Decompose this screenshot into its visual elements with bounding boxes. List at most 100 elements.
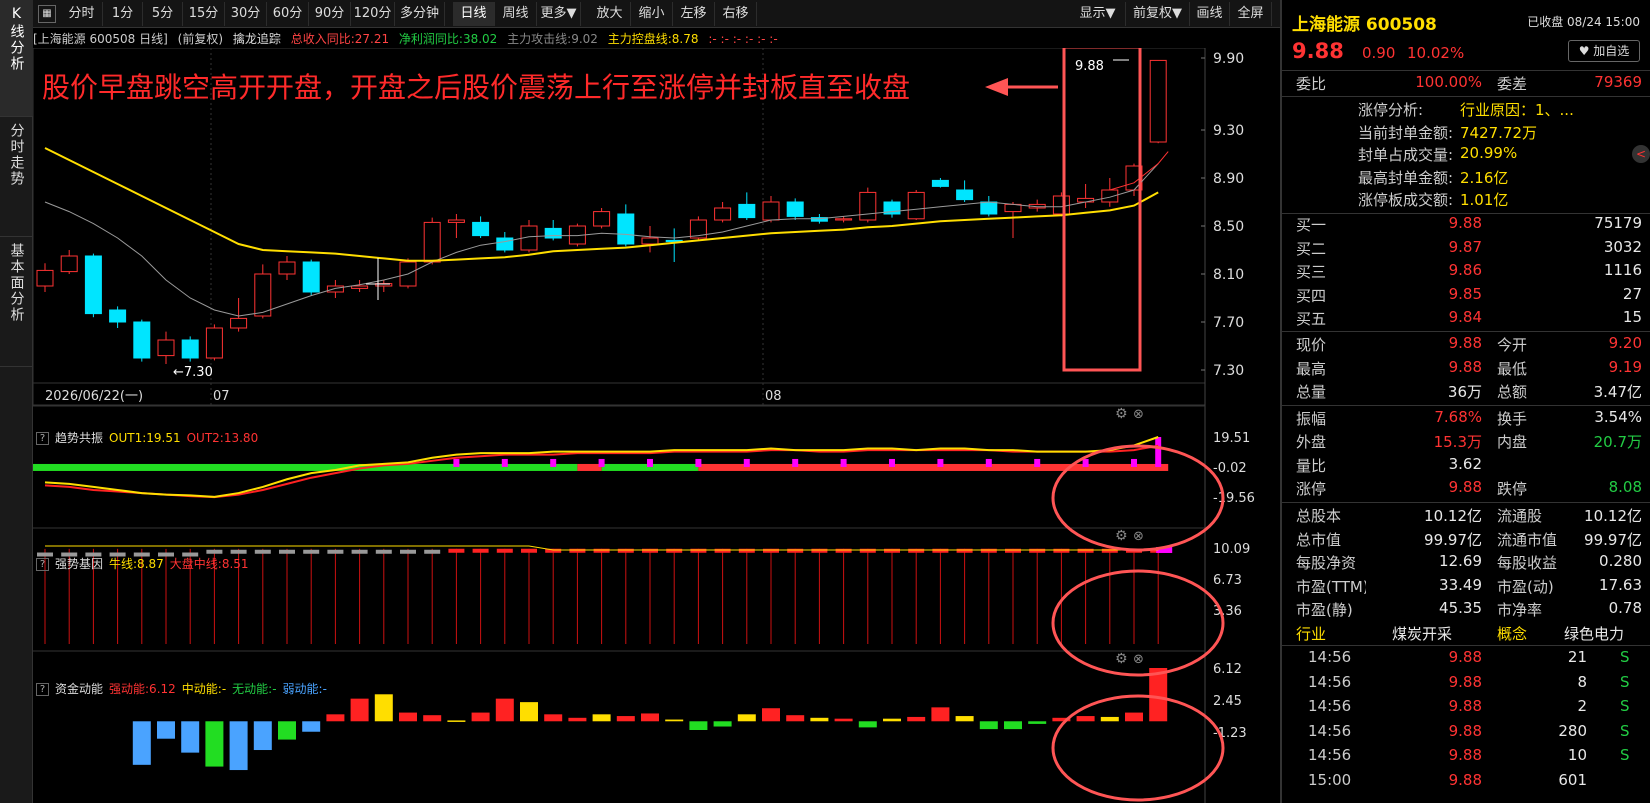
toolbar-fullscreen-button[interactable]: 全屏 bbox=[1230, 2, 1272, 26]
p2-block bbox=[521, 548, 537, 553]
help-icon[interactable]: ? bbox=[36, 558, 49, 571]
p1-magenta-bar bbox=[550, 458, 557, 467]
help-icon[interactable]: ? bbox=[36, 683, 49, 696]
candle-body bbox=[84, 255, 102, 315]
fundamental-value: 10.12亿 bbox=[1424, 507, 1482, 525]
quote-value: 3.54% bbox=[1594, 407, 1642, 426]
candle-body bbox=[980, 201, 998, 215]
panel-trend-header: ? 趋势共振 OUT1:19.51 OUT2:13.80 bbox=[33, 429, 264, 447]
tick-side: S bbox=[1620, 746, 1630, 764]
divider bbox=[1282, 645, 1650, 646]
help-icon[interactable]: ? bbox=[36, 432, 49, 445]
add-watchlist-button[interactable]: ♥ 加自选 bbox=[1568, 40, 1640, 62]
tick-price: 9.88 bbox=[1448, 672, 1482, 691]
fundamental-label: 市盈(TTM) bbox=[1296, 577, 1366, 596]
quote-value: 36万 bbox=[1447, 383, 1482, 401]
p3-energy-bar bbox=[157, 721, 175, 739]
tick-time: 14:56 bbox=[1308, 746, 1352, 764]
p2-block bbox=[908, 548, 925, 553]
bid-volume: 15 bbox=[1622, 308, 1642, 326]
candle-body bbox=[859, 191, 877, 221]
p3-energy-bar bbox=[762, 708, 780, 722]
toolbar-shift-right-button[interactable]: 右移 bbox=[715, 2, 757, 26]
toolbar-intraday-button[interactable]: 分时 bbox=[61, 2, 103, 26]
candle-body bbox=[786, 201, 804, 217]
p3-energy-bar bbox=[229, 721, 248, 771]
p3-energy-bar bbox=[641, 713, 659, 722]
p2-block bbox=[1053, 548, 1070, 553]
p1-magenta-bar bbox=[937, 458, 944, 467]
limit-info-value: 20.99% bbox=[1460, 144, 1518, 162]
p2-block bbox=[617, 548, 634, 553]
low-price-label: ←7.30 bbox=[173, 365, 213, 380]
quote-label: 振幅 bbox=[1296, 409, 1327, 428]
close-icon: ⊗ bbox=[1133, 529, 1144, 544]
indicator-name[interactable]: 擒龙追踪 bbox=[233, 32, 281, 46]
toolbar-weekly-button[interactable]: 周线 bbox=[495, 2, 537, 26]
nav-kline-analysis[interactable]: K线分析 bbox=[0, 0, 33, 117]
toolbar-display-button[interactable]: 显示▼ bbox=[1070, 2, 1126, 26]
candle-body bbox=[447, 219, 465, 223]
tick-side: S bbox=[1620, 697, 1630, 715]
p2-block bbox=[1005, 548, 1021, 553]
candle-body bbox=[1077, 197, 1095, 203]
toolbar-daily-button[interactable]: 日线 bbox=[453, 2, 495, 26]
divider bbox=[1282, 70, 1650, 71]
p2-block bbox=[884, 548, 900, 553]
bid-price: 9.87 bbox=[1448, 237, 1482, 256]
price-tick-label: 8.10 bbox=[1213, 267, 1244, 283]
toolbar-adjust-button[interactable]: 前复权▼ bbox=[1126, 2, 1190, 26]
close-icon: ⊗ bbox=[1133, 407, 1144, 422]
p1-magenta-bar bbox=[840, 458, 847, 467]
left-nav: K线分析 分时走势 基本面分析 bbox=[0, 0, 33, 803]
toolbar-30min-button[interactable]: 30分 bbox=[225, 2, 267, 26]
fundamental-label: 总股本 bbox=[1296, 507, 1342, 525]
toolbar-draw-button[interactable]: 画线 bbox=[1190, 2, 1230, 26]
p2-block bbox=[666, 548, 683, 553]
p1-magenta-bar bbox=[985, 458, 992, 467]
p3-energy-bar bbox=[471, 712, 490, 722]
candle-body bbox=[617, 213, 635, 245]
bid-price: 9.85 bbox=[1448, 284, 1482, 303]
p2-block bbox=[956, 548, 973, 553]
toolbar-90min-button[interactable]: 90分 bbox=[309, 2, 351, 26]
toolbar-120min-button[interactable]: 120分 bbox=[351, 2, 395, 26]
gear-icon: ⚙ bbox=[1115, 528, 1128, 544]
candle-body bbox=[931, 179, 949, 187]
p2-block bbox=[206, 549, 223, 554]
candle-body bbox=[423, 221, 441, 263]
p3-energy-bar bbox=[592, 714, 611, 722]
bid-volume: 1116 bbox=[1603, 261, 1642, 279]
toolbar-15min-button[interactable]: 15分 bbox=[183, 2, 225, 26]
indicator-attack-line: 主力攻击线:9.02 bbox=[507, 32, 598, 46]
toolbar-5min-button[interactable]: 5分 bbox=[143, 2, 183, 26]
ma-gray-line bbox=[44, 163, 1159, 317]
limit-info-label: 当前封单金额: bbox=[1358, 123, 1454, 142]
collapse-icon[interactable]: < bbox=[1632, 145, 1650, 163]
quote-value: 3.62 bbox=[1448, 454, 1482, 473]
toolbar-shift-left-button[interactable]: 左移 bbox=[673, 2, 715, 26]
toolbar-60min-button[interactable]: 60分 bbox=[267, 2, 309, 26]
fundamental-value: 17.63 bbox=[1599, 575, 1642, 594]
p3-energy-bar bbox=[520, 702, 538, 722]
toolbar-more-button[interactable]: 更多▼ bbox=[537, 2, 581, 26]
p1-magenta-bar bbox=[1155, 437, 1162, 467]
indicator-control-line: 主力控盘线:8.78 bbox=[607, 32, 699, 46]
p2-block bbox=[593, 548, 610, 553]
toolbar-1min-button[interactable]: 1分 bbox=[103, 2, 143, 26]
candle-body bbox=[254, 273, 272, 317]
candle-body bbox=[641, 237, 659, 245]
toolbar-zoom-out-button[interactable]: 缩小 bbox=[631, 2, 673, 26]
toolbar-multimin-button[interactable]: 多分钟 bbox=[395, 2, 445, 26]
chart-stock-label: [上海能源 600508 日线] bbox=[33, 32, 168, 46]
panel-trend-out1: OUT1:19.51 bbox=[109, 431, 181, 445]
nav-intraday[interactable]: 分时走势 bbox=[0, 117, 33, 237]
bid-level-label: 买四 bbox=[1296, 286, 1327, 305]
grid-icon[interactable]: ▦ bbox=[38, 5, 56, 23]
fundamental-label: 总市值 bbox=[1296, 530, 1342, 549]
candle-body bbox=[907, 191, 925, 220]
p1-magenta-bar bbox=[792, 458, 799, 467]
tick-side: S bbox=[1620, 721, 1630, 740]
toolbar-zoom-in-button[interactable]: 放大 bbox=[589, 2, 631, 26]
nav-fundamentals[interactable]: 基本面分析 bbox=[0, 237, 33, 367]
